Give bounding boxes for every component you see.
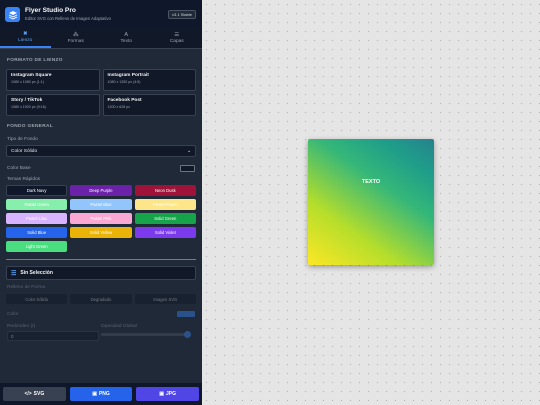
artboard[interactable]: TEXTO <box>308 139 434 265</box>
layers-logo-icon <box>5 7 20 22</box>
theme-button-solid-violet[interactable]: Solid Violet <box>134 227 196 238</box>
artboard-text[interactable]: TEXTO <box>308 179 434 185</box>
sidebar: Flyer Studio Pro Editor SVG con Relleno … <box>0 0 202 405</box>
layers-icon: ☰ <box>174 31 180 38</box>
canvas-workspace[interactable]: TEXTO <box>202 0 540 405</box>
opacity-label: Opacidad Global <box>101 324 137 329</box>
tab-label: Formas <box>67 39 84 45</box>
selection-panel: ☰ Sin Selección <box>6 266 196 280</box>
app-title: Flyer Studio Pro <box>25 7 76 15</box>
format-story-tiktok[interactable]: Story / TikTok 1080 x 1920 px (9:16) <box>6 94 100 116</box>
theme-button-pastel-lilac[interactable]: Pastel Lilac <box>6 213 68 224</box>
format-size: 1080 x 1080 px (1:1) <box>11 80 44 84</box>
fill-image-button[interactable]: Imagen SVG <box>134 294 196 304</box>
tab-texto[interactable]: A Texto <box>101 29 152 48</box>
code-icon: </> <box>24 391 32 397</box>
list-icon: ☰ <box>11 270 17 277</box>
quick-themes-grid: Dark Navy Deep Purple Neon Dusk Pastel Gree… <box>0 185 202 252</box>
tab-label: Capas <box>169 39 184 45</box>
export-svg-label: SVG <box>33 391 45 397</box>
image-icon: ▣ <box>92 391 97 397</box>
format-facebook-post[interactable]: Facebook Post 1200 x 628 px <box>102 94 196 116</box>
theme-button-pastel-peach[interactable]: Pastel Peach <box>134 199 196 210</box>
format-name: Facebook Post <box>107 98 142 103</box>
tab-label: Lienzo <box>18 38 33 44</box>
version-badge: v3.1 Stable <box>167 10 196 19</box>
export-bar: </> SVG ▣ PNG ▣ JPG <box>0 383 202 405</box>
fill-gradient-button[interactable]: Degradado <box>70 294 132 304</box>
shape-properties: Relleno de Forma Color Sólido Degradado … <box>0 280 202 341</box>
export-png-button[interactable]: ▣ PNG <box>69 387 133 401</box>
theme-button-pastel-green[interactable]: Pastel Green <box>6 199 68 210</box>
chevron-down-icon: ⌄ <box>186 148 191 154</box>
app-header: Flyer Studio Pro Editor SVG con Relleno … <box>0 0 202 29</box>
format-size: 1080 x 1350 px (4:5) <box>107 80 141 84</box>
export-png-label: PNG <box>98 391 110 397</box>
format-name: Instagram Square <box>11 73 52 78</box>
shapes-icon: ⁂ <box>73 31 79 38</box>
format-instagram-square[interactable]: Instagram Square 1080 x 1080 px (1:1) <box>6 69 100 91</box>
export-jpg-button[interactable]: ▣ JPG <box>136 387 200 401</box>
theme-button-deep-purple[interactable]: Deep Purple <box>70 185 132 196</box>
theme-button-solid-blue[interactable]: Solid Blue <box>6 227 68 238</box>
opacity-slider[interactable] <box>101 331 191 338</box>
select-value: Color Sólido <box>11 148 38 154</box>
selection-title: Sin Selección <box>20 270 53 276</box>
format-size: 1200 x 628 px <box>107 105 131 109</box>
theme-button-pastel-blue[interactable]: Pastel Blue <box>70 199 132 210</box>
shape-color-swatch[interactable] <box>177 311 195 317</box>
theme-button-dark-navy[interactable]: Dark Navy <box>6 185 68 196</box>
background-type-select[interactable]: Color Sólido ⌄ <box>6 145 196 157</box>
export-jpg-label: JPG <box>166 391 177 397</box>
tab-bar: ✖ Lienzo ⁂ Formas A Texto ☰ Capas <box>0 29 202 49</box>
format-name: Instagram Portrait <box>107 73 149 78</box>
tab-lienzo[interactable]: ✖ Lienzo <box>0 29 51 48</box>
format-size: 1080 x 1920 px (9:16) <box>11 105 46 109</box>
theme-button-pastel-pink[interactable]: Pastel Pink <box>70 213 132 224</box>
format-grid: Instagram Square 1080 x 1080 px (1:1) In… <box>0 69 202 116</box>
fill-solid-button[interactable]: Color Sólido <box>6 294 68 304</box>
tab-formas[interactable]: ⁂ Formas <box>51 29 102 48</box>
tab-label: Texto <box>120 39 132 45</box>
format-instagram-portrait[interactable]: Instagram Portrait 1080 x 1350 px (4:5) <box>102 69 196 91</box>
format-name: Story / TikTok <box>11 98 43 103</box>
base-color-swatch[interactable] <box>180 164 195 172</box>
tab-capas[interactable]: ☰ Capas <box>152 29 203 48</box>
text-icon: A <box>124 31 129 38</box>
slider-knob[interactable] <box>184 331 191 338</box>
app-subtitle: Editor SVG con Relleno de Imagen Adaptat… <box>25 15 111 21</box>
theme-button-solid-yellow[interactable]: Solid Yellow <box>70 227 132 238</box>
theme-button-solid-green[interactable]: Solid Green <box>134 213 196 224</box>
canvas-icon: ✖ <box>22 30 28 37</box>
theme-button-light-green[interactable]: Light Green <box>6 241 68 252</box>
export-svg-button[interactable]: </> SVG <box>3 387 66 401</box>
theme-button-neon-dusk[interactable]: Neon Dusk <box>134 185 196 196</box>
shape-color-label: Color <box>7 311 19 317</box>
radius-input[interactable]: 0 <box>7 331 99 341</box>
image-icon: ▣ <box>159 391 165 397</box>
base-color-label: Color Base <box>7 165 31 171</box>
